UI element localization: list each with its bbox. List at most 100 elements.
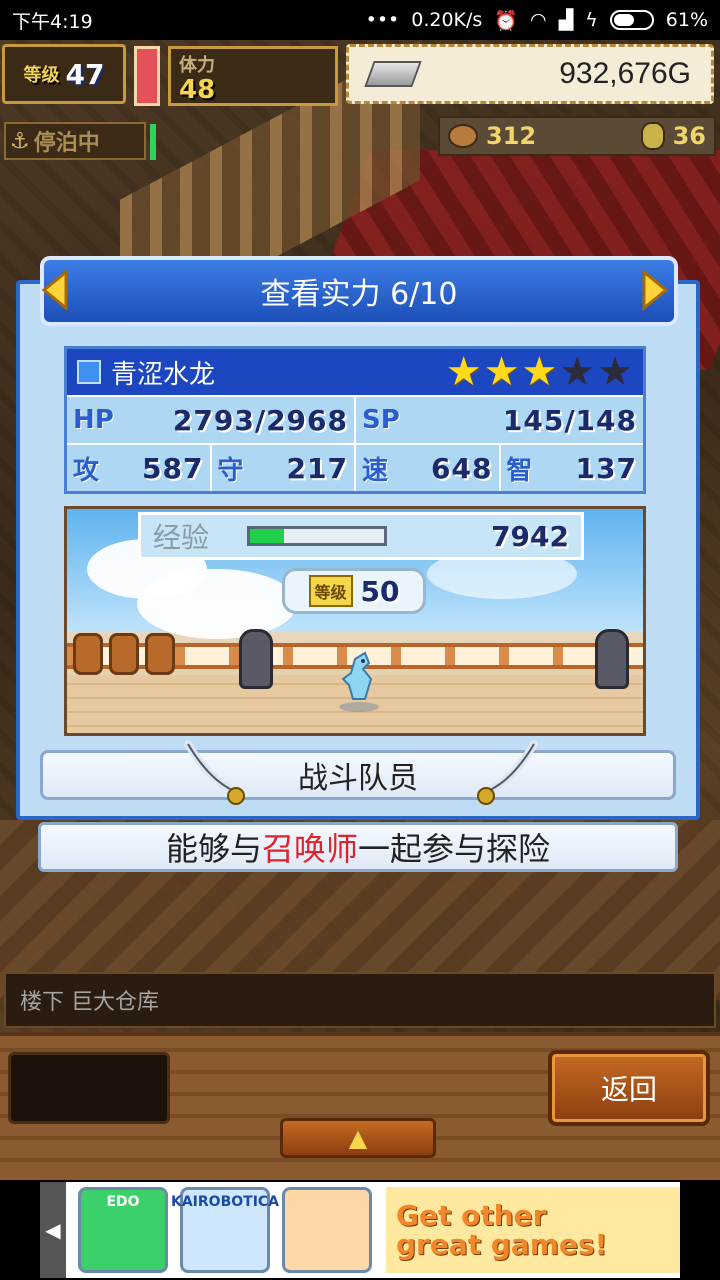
attack-value: 587 xyxy=(142,451,204,485)
sp-value: 145/148 xyxy=(502,403,637,437)
star-filled-icon: ★ xyxy=(445,349,482,395)
star-filled-icon: ★ xyxy=(483,349,520,395)
back-button[interactable]: 返回 xyxy=(548,1050,710,1126)
unit-level-label: 等级 xyxy=(308,575,353,607)
unit-description: 能够与 召唤师 一起参与探险 xyxy=(38,822,678,872)
anchor-icon: ⚓ xyxy=(10,128,30,154)
barrel xyxy=(109,633,139,675)
food-count: 312 xyxy=(486,122,537,150)
speed-label: 速 xyxy=(362,455,389,486)
rarity-stars: ★ ★ ★ ★ ★ xyxy=(446,352,633,392)
barrel xyxy=(73,633,103,675)
ad-game-edo[interactable]: EDO xyxy=(78,1187,168,1273)
stats-row-attributes: 攻 587 守 217 速 648 智 137 xyxy=(67,443,643,491)
location-label: 楼下 巨大仓库 xyxy=(4,972,716,1028)
experience-panel: 经验 7942 xyxy=(138,512,584,560)
cannon xyxy=(595,629,629,689)
ad-banner[interactable]: ◀ EDO KAIROBOTICA Get other great games! xyxy=(40,1182,680,1278)
empty-slot xyxy=(8,1052,170,1124)
cutlass-icon xyxy=(477,740,538,805)
status-bar: 下午4:19 ••• 0.20K/s ⏰ ◠ ▟ ϟ 61% xyxy=(0,0,720,40)
gold-value: 932,676G xyxy=(559,57,691,90)
cutlass-icon xyxy=(184,740,245,805)
silver-bar-icon xyxy=(364,61,422,87)
scroll-up-button[interactable]: ▲ xyxy=(280,1118,436,1158)
next-arrow-icon[interactable] xyxy=(640,268,670,312)
cloud xyxy=(137,569,297,639)
ad-prev-arrow-icon[interactable]: ◀ xyxy=(40,1182,66,1278)
signal-icon: ▟ xyxy=(558,9,574,31)
more-dots: ••• xyxy=(365,9,400,31)
ad-game-kairobotica[interactable]: KAIROBOTICA xyxy=(171,1187,279,1273)
star-empty-icon: ★ xyxy=(559,349,596,395)
hp-value: 2793/2968 xyxy=(172,403,348,437)
desc-text-1: 能够与 xyxy=(165,830,262,868)
player-level: 等级 47 xyxy=(2,44,126,104)
hp-cell: HP 2793/2968 xyxy=(67,397,356,443)
defense-label: 守 xyxy=(217,455,244,486)
desc-text-2: 一起参与探险 xyxy=(358,830,551,868)
location-text: 楼下 巨大仓库 xyxy=(20,990,159,1015)
charging-icon: ϟ xyxy=(585,9,598,31)
attack-cell: 攻 587 xyxy=(67,445,212,491)
exp-progress-fill xyxy=(250,529,284,543)
battery-percent: 61% xyxy=(665,9,708,31)
prev-arrow-icon[interactable] xyxy=(40,268,70,312)
sp-cell: SP 145/148 xyxy=(356,397,643,443)
food-icon xyxy=(448,124,478,148)
intelligence-label: 智 xyxy=(506,455,533,486)
barrel xyxy=(145,633,175,675)
stats-table: 青涩水龙 ★ ★ ★ ★ ★ HP 2793/2968 SP 145/148 攻 587… xyxy=(64,346,646,494)
alarm-icon: ⏰ xyxy=(494,9,518,32)
hp-label: HP xyxy=(73,405,114,435)
ad-game-kairobotica-title: KAIROBOTICA xyxy=(171,1194,280,1210)
ad-promo-line2: great games! xyxy=(396,1228,608,1261)
attack-label: 攻 xyxy=(73,455,100,486)
wifi-icon: ◠ xyxy=(530,9,547,31)
level-label: 等级 xyxy=(23,65,60,86)
stats-row-hp-sp: HP 2793/2968 SP 145/148 xyxy=(67,395,643,443)
unit-level-value: 50 xyxy=(360,574,400,608)
unit-name-row: 青涩水龙 ★ ★ ★ ★ ★ xyxy=(67,349,643,395)
cannon xyxy=(239,629,273,689)
battery-fill xyxy=(613,14,635,26)
medal-icon xyxy=(640,122,665,150)
ad-game-edo-title: EDO xyxy=(106,1194,140,1210)
stamina-panel: 体力 48 xyxy=(168,46,338,106)
role-label: 战斗队员 xyxy=(298,761,418,796)
ad-game-cafe[interactable] xyxy=(282,1187,372,1273)
health-gauge xyxy=(134,46,160,106)
resources-panel: 312 36 xyxy=(438,116,716,156)
level-value: 47 xyxy=(65,57,105,91)
dialog-title-bar: 查看实力 6/10 xyxy=(40,256,678,326)
dock-status: ⚓ 停泊中 xyxy=(4,122,146,160)
exp-progress-bar xyxy=(247,526,387,546)
intelligence-value: 137 xyxy=(575,451,637,485)
up-arrow-icon: ▲ xyxy=(348,1124,368,1152)
unit-level-bubble: 等级 50 xyxy=(282,568,426,614)
speed-cell: 速 648 xyxy=(356,445,501,491)
exp-value: 7942 xyxy=(491,519,569,553)
star-empty-icon: ★ xyxy=(597,349,633,395)
back-button-label: 返回 xyxy=(600,1073,657,1106)
ad-promo-line1: Get other xyxy=(396,1198,547,1232)
water-type-icon xyxy=(77,360,101,384)
unit-name: 青涩水龙 xyxy=(111,359,216,390)
speed-value: 648 xyxy=(431,451,493,485)
clock: 下午4:19 xyxy=(12,10,93,33)
status-indicator xyxy=(150,124,156,160)
medal-count: 36 xyxy=(672,122,706,150)
battery-icon xyxy=(609,10,654,30)
stamina-value: 48 xyxy=(179,75,216,105)
dialog-title: 查看实力 6/10 xyxy=(260,277,458,312)
net-speed: 0.20K/s xyxy=(411,9,483,31)
desc-highlight: 召唤师 xyxy=(261,830,358,868)
exp-label: 经验 xyxy=(153,521,210,554)
defense-value: 217 xyxy=(286,451,348,485)
dock-status-label: 停泊中 xyxy=(33,131,100,156)
ad-promo[interactable]: Get other great games! xyxy=(386,1187,680,1273)
defense-cell: 守 217 xyxy=(212,445,356,491)
stamina-label: 体力 xyxy=(179,55,215,76)
water-dragon-sprite xyxy=(339,651,379,712)
sp-label: SP xyxy=(362,405,400,435)
